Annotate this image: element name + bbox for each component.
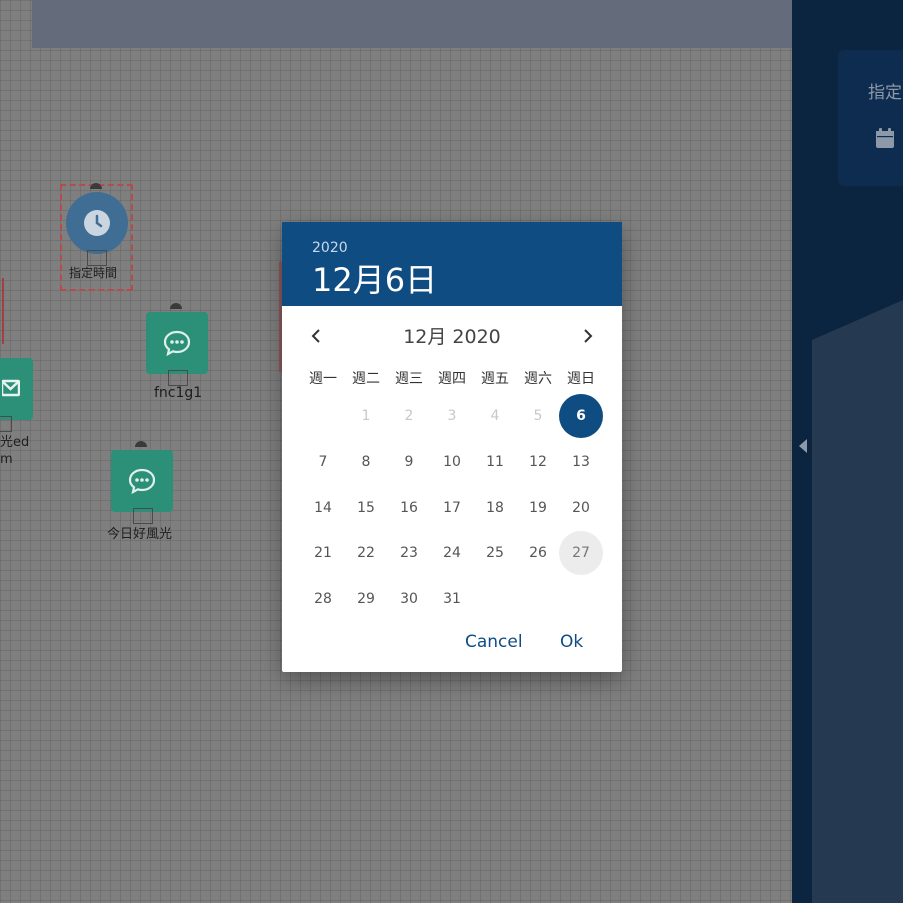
calendar-day[interactable]: 31: [430, 577, 474, 621]
calendar-day[interactable]: 28: [301, 577, 345, 621]
month-label: 12月 2020: [403, 326, 501, 348]
weekday-label: 週四: [438, 371, 466, 387]
cancel-button[interactable]: Cancel: [465, 632, 523, 652]
weekday-label: 週二: [352, 371, 380, 387]
calendar-day[interactable]: 15: [344, 486, 388, 530]
chevron-right-icon: [584, 329, 593, 343]
weekday-label: 週六: [524, 371, 552, 387]
calendar-day[interactable]: 14: [301, 486, 345, 530]
date-picker-header: 2020 12月6日: [282, 222, 622, 306]
weekday-label: 週一: [309, 371, 337, 387]
calendar-day[interactable]: 25: [473, 531, 517, 575]
calendar-day: 1: [361, 408, 371, 424]
calendar-day: 2: [404, 408, 414, 424]
calendar-day[interactable]: 16: [387, 486, 431, 530]
calendar-day[interactable]: 13: [559, 440, 603, 484]
calendar-day[interactable]: 7: [301, 440, 345, 484]
calendar-day[interactable]: 18: [473, 486, 517, 530]
calendar-day[interactable]: 19: [516, 486, 560, 530]
calendar-day[interactable]: 30: [387, 577, 431, 621]
weekday-label: 週五: [481, 371, 509, 387]
calendar-day[interactable]: 22: [344, 531, 388, 575]
calendar-day[interactable]: 24: [430, 531, 474, 575]
weekday-label: 週日: [567, 371, 595, 387]
calendar-day[interactable]: 27: [559, 531, 603, 575]
next-month-button[interactable]: [572, 320, 604, 352]
date-picker-dialog: 2020 12月6日 12月 2020 週一 週二 週三 週四 週五 週六 週日 12345…: [282, 222, 622, 672]
header-year[interactable]: 2020: [312, 240, 348, 256]
calendar-day[interactable]: 23: [387, 531, 431, 575]
calendar-day: 4: [490, 408, 500, 424]
calendar-day[interactable]: 12: [516, 440, 560, 484]
calendar-day: 3: [447, 408, 457, 424]
calendar-day[interactable]: 6: [559, 394, 603, 438]
calendar-day[interactable]: 9: [387, 440, 431, 484]
calendar-day[interactable]: 10: [430, 440, 474, 484]
calendar-day[interactable]: 17: [430, 486, 474, 530]
calendar-day[interactable]: 21: [301, 531, 345, 575]
ok-button[interactable]: Ok: [560, 632, 583, 652]
calendar-day[interactable]: 26: [516, 531, 560, 575]
calendar-day[interactable]: 20: [559, 486, 603, 530]
calendar-day[interactable]: 8: [344, 440, 388, 484]
weekday-label: 週三: [395, 371, 423, 387]
calendar-day[interactable]: 11: [473, 440, 517, 484]
header-selected-date[interactable]: 12月6日: [312, 255, 437, 301]
calendar-day: 5: [533, 408, 543, 424]
calendar-day[interactable]: 29: [344, 577, 388, 621]
